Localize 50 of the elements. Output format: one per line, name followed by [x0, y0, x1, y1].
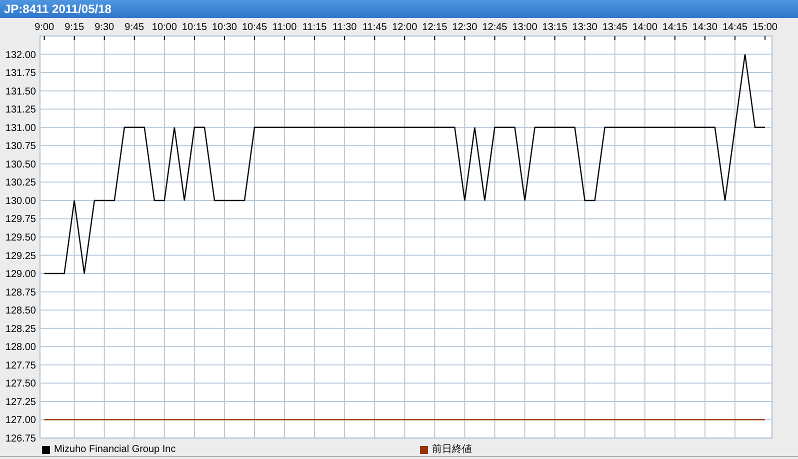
axis-label: 128.25	[5, 324, 36, 335]
axis-label: 128.50	[5, 306, 36, 317]
axis-label: 9:15	[64, 22, 84, 33]
axis-label: 9:30	[94, 22, 114, 33]
axis-label: 14:45	[722, 22, 748, 33]
axis-label: 12:15	[422, 22, 448, 33]
axis-label: 131.25	[5, 104, 36, 116]
axis-label: 131.50	[5, 86, 36, 98]
axis-label: 10:15	[182, 22, 207, 33]
axis-label: 11:30	[332, 22, 357, 33]
legend-label: 前日終値	[432, 444, 472, 454]
axis-label: 14:00	[632, 22, 658, 33]
axis-label: 131.75	[5, 68, 36, 80]
axis-label: 130.00	[5, 196, 36, 207]
axis-label: 126.75	[5, 434, 36, 443]
axis-label: 127.50	[5, 378, 36, 390]
axis-label: 10:45	[242, 22, 268, 33]
axis-label: 9:45	[124, 22, 144, 33]
axis-label: 127.25	[5, 396, 36, 408]
axis-label: 129.50	[5, 232, 36, 244]
axis-label: 10:00	[152, 22, 177, 33]
axis-label: 128.75	[5, 287, 36, 298]
axis-label: 132.00	[5, 50, 36, 61]
axis-label: 14:30	[692, 22, 718, 33]
axis-label: 127.00	[5, 415, 36, 426]
axis-label: 12:30	[452, 22, 478, 33]
axis-label: 129.25	[5, 250, 36, 262]
axis-label: 13:00	[512, 22, 538, 33]
axis-label: 9:00	[34, 22, 54, 33]
axis-label: 11:15	[302, 22, 327, 33]
axis-label: 128.00	[5, 342, 36, 354]
legend-label: Mizuho Financial Group Inc	[54, 444, 176, 454]
axis-label: 13:15	[542, 22, 568, 33]
axis-label: 131.00	[5, 122, 36, 134]
axis-label: 130.75	[5, 141, 36, 152]
axis-label: 129.75	[5, 214, 36, 226]
axis-label: 14:15	[662, 22, 688, 33]
axis-label: 130.50	[5, 159, 36, 170]
axis-label: 15:00	[752, 22, 778, 33]
axis-label: 11:45	[362, 22, 387, 33]
axis-label: 130.25	[5, 178, 36, 189]
axis-label: 10:30	[212, 22, 237, 33]
axis-label: 12:00	[392, 22, 418, 33]
window-title: JP:8411 2011/05/18	[4, 3, 112, 15]
axis-label: 13:30	[572, 22, 598, 33]
axis-label: 13:45	[602, 22, 628, 33]
axis-label: 129.00	[5, 269, 36, 280]
axis-label: 11:00	[272, 22, 297, 33]
axis-label: 127.75	[5, 360, 36, 372]
axis-label: 12:45	[482, 22, 508, 33]
